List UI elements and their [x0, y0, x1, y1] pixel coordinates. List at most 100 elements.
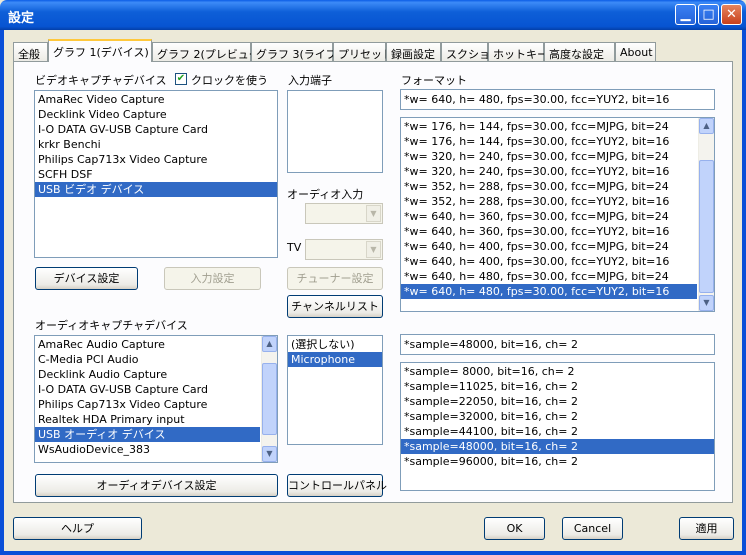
tab-graph-1-device[interactable]: グラフ 1(デバイス) — [48, 39, 152, 62]
list-item[interactable]: *w= 320, h= 240, fps=30.00, fcc=YUY2, bi… — [401, 164, 697, 179]
chevron-down-icon: ▼ — [366, 205, 381, 222]
cancel-button[interactable]: Cancel — [562, 517, 623, 540]
list-item[interactable]: *w= 352, h= 288, fps=30.00, fcc=YUY2, bi… — [401, 194, 697, 209]
list-item[interactable]: Philips Cap713x Video Capture — [35, 152, 277, 167]
input-terminal-label: 入力端子 — [288, 74, 332, 87]
list-item[interactable]: *w= 640, h= 360, fps=30.00, fcc=MJPG, bi… — [401, 209, 697, 224]
chevron-down-icon: ▼ — [366, 241, 381, 258]
list-items: (選択しない) Microphone — [288, 337, 382, 367]
checkmark-icon: ✔ — [176, 73, 186, 84]
list-item[interactable]: *sample=48000, bit=16, ch= 2 — [401, 439, 714, 454]
list-item[interactable]: *w= 640, h= 360, fps=30.00, fcc=YUY2, bi… — [401, 224, 697, 239]
list-item[interactable]: C-Media PCI Audio — [35, 352, 260, 367]
list-item[interactable]: *sample= 8000, bit=16, ch= 2 — [401, 364, 714, 379]
list-items: *w= 176, h= 144, fps=30.00, fcc=MJPG, bi… — [401, 119, 697, 299]
tv-combo[interactable]: ▼ — [305, 239, 383, 260]
control-panel-button[interactable]: コントロールパネル — [287, 474, 387, 497]
list-items: AmaRec Audio Capture C-Media PCI Audio Dec… — [35, 337, 260, 457]
scroll-up-icon[interactable]: ▲ — [699, 118, 714, 134]
tv-label: TV — [287, 241, 302, 254]
scroll-thumb[interactable] — [699, 160, 714, 293]
tuner-settings-button[interactable]: チューナー設定 — [287, 267, 383, 290]
list-item[interactable]: Microphone — [288, 352, 382, 367]
list-item[interactable]: *w= 352, h= 288, fps=30.00, fcc=MJPG, bi… — [401, 179, 697, 194]
window-border-left — [0, 30, 4, 555]
audio-input-list[interactable]: (選択しない) Microphone — [287, 335, 383, 445]
list-item[interactable]: *w= 640, h= 480, fps=30.00, fcc=MJPG, bi… — [401, 269, 697, 284]
tab-preset[interactable]: プリセット — [333, 42, 393, 61]
maximize-icon: □ — [702, 7, 715, 22]
list-items: AmaRec Video Capture Decklink Video Captu… — [35, 92, 277, 197]
list-item[interactable]: krkr Benchi — [35, 137, 277, 152]
audio-scrollbar[interactable]: ▲ ▼ — [261, 336, 277, 462]
close-button[interactable]: ✕ — [721, 4, 742, 25]
channel-list-button[interactable]: チャンネルリスト — [287, 295, 383, 318]
tab-advanced[interactable]: 高度な設定 — [544, 42, 615, 61]
list-item[interactable]: USB オーディオ デバイス — [35, 427, 260, 442]
video-device-label: ビデオキャプチャデバイス — [35, 74, 167, 87]
clock-checkbox[interactable]: ✔ — [175, 73, 187, 85]
list-item[interactable]: AmaRec Audio Capture — [35, 337, 260, 352]
window-border-right — [742, 30, 746, 555]
tab-graph-2-preview[interactable]: グラフ 2(プレビュー) — [152, 42, 264, 61]
ok-button[interactable]: OK — [484, 517, 545, 540]
list-item[interactable]: *sample=22050, bit=16, ch= 2 — [401, 394, 714, 409]
format-label: フォーマット — [401, 74, 467, 87]
audio-device-label: オーディオキャプチャデバイス — [35, 319, 188, 332]
maximize-button[interactable]: □ — [698, 4, 719, 25]
input-settings-button[interactable]: 入力設定 — [164, 267, 261, 290]
list-item[interactable]: Decklink Audio Capture — [35, 367, 260, 382]
tab-graph-3-live[interactable]: グラフ 3(ライブ) — [251, 42, 341, 61]
help-button[interactable]: ヘルプ — [13, 517, 142, 540]
list-item[interactable]: (選択しない) — [288, 337, 382, 352]
list-item[interactable]: I-O DATA GV-USB Capture Card — [35, 122, 277, 137]
format-scrollbar[interactable]: ▲ ▼ — [698, 118, 714, 311]
tab-hotkey[interactable]: ホットキー — [488, 42, 548, 61]
title-bar[interactable]: 設定 ▁ □ ✕ — [0, 0, 746, 30]
close-icon: ✕ — [726, 7, 737, 22]
device-settings-button[interactable]: デバイス設定 — [35, 267, 138, 290]
audio-device-settings-button[interactable]: オーディオデバイス設定 — [35, 474, 278, 497]
list-item[interactable]: *sample=11025, bit=16, ch= 2 — [401, 379, 714, 394]
audio-device-list[interactable]: AmaRec Audio Capture C-Media PCI Audio Dec… — [34, 335, 278, 463]
list-item[interactable]: SCFH DSF — [35, 167, 277, 182]
minimize-button[interactable]: ▁ — [675, 4, 696, 25]
list-item[interactable]: Decklink Video Capture — [35, 107, 277, 122]
tab-recording[interactable]: 録画設定 — [386, 42, 441, 61]
list-item[interactable]: AmaRec Video Capture — [35, 92, 277, 107]
video-device-list[interactable]: AmaRec Video Capture Decklink Video Captu… — [34, 90, 278, 258]
list-item[interactable]: *w= 176, h= 144, fps=30.00, fcc=YUY2, bi… — [401, 134, 697, 149]
list-item[interactable]: Philips Cap713x Video Capture — [35, 397, 260, 412]
minimize-icon: ▁ — [680, 7, 691, 22]
list-item[interactable]: I-O DATA GV-USB Capture Card — [35, 382, 260, 397]
list-item[interactable]: *sample=32000, bit=16, ch= 2 — [401, 409, 714, 424]
window-title: 設定 — [8, 11, 35, 26]
audio-format-current-field[interactable]: *sample=48000, bit=16, ch= 2 — [400, 334, 715, 355]
list-item[interactable]: *sample=96000, bit=16, ch= 2 — [401, 454, 714, 469]
scroll-up-icon[interactable]: ▲ — [262, 336, 277, 352]
scroll-thumb[interactable] — [262, 363, 277, 435]
list-item[interactable]: *w= 176, h= 144, fps=30.00, fcc=MJPG, bi… — [401, 119, 697, 134]
input-terminal-list[interactable] — [287, 90, 383, 173]
list-item[interactable]: USB ビデオ デバイス — [35, 182, 277, 197]
scroll-down-icon[interactable]: ▼ — [262, 446, 277, 462]
list-item[interactable]: *w= 640, h= 480, fps=30.00, fcc=YUY2, bi… — [401, 284, 697, 299]
scroll-down-icon[interactable]: ▼ — [699, 295, 714, 311]
list-item[interactable]: Realtek HDA Primary input — [35, 412, 260, 427]
list-item[interactable]: *sample=44100, bit=16, ch= 2 — [401, 424, 714, 439]
list-item[interactable]: *w= 640, h= 400, fps=30.00, fcc=MJPG, bi… — [401, 239, 697, 254]
tab-about[interactable]: About — [615, 42, 656, 61]
audio-input-combo[interactable]: ▼ — [305, 203, 383, 224]
clock-label: クロックを使う — [191, 74, 268, 87]
audio-format-list[interactable]: *sample= 8000, bit=16, ch= 2 *sample=1102… — [400, 362, 715, 491]
tab-screenshot[interactable]: スクショ — [441, 42, 490, 61]
apply-button[interactable]: 適用 — [679, 517, 734, 540]
list-items: *sample= 8000, bit=16, ch= 2 *sample=1102… — [401, 364, 714, 469]
list-item[interactable]: WsAudioDevice_383 — [35, 442, 260, 457]
format-list[interactable]: *w= 176, h= 144, fps=30.00, fcc=MJPG, bi… — [400, 117, 715, 312]
list-item[interactable]: *w= 320, h= 240, fps=30.00, fcc=MJPG, bi… — [401, 149, 697, 164]
audio-input-label: オーディオ入力 — [287, 188, 364, 201]
format-current-field[interactable]: *w= 640, h= 480, fps=30.00, fcc=YUY2, bi… — [400, 89, 715, 110]
list-item[interactable]: *w= 640, h= 400, fps=30.00, fcc=YUY2, bi… — [401, 254, 697, 269]
tab-general[interactable]: 全般 — [13, 42, 48, 61]
